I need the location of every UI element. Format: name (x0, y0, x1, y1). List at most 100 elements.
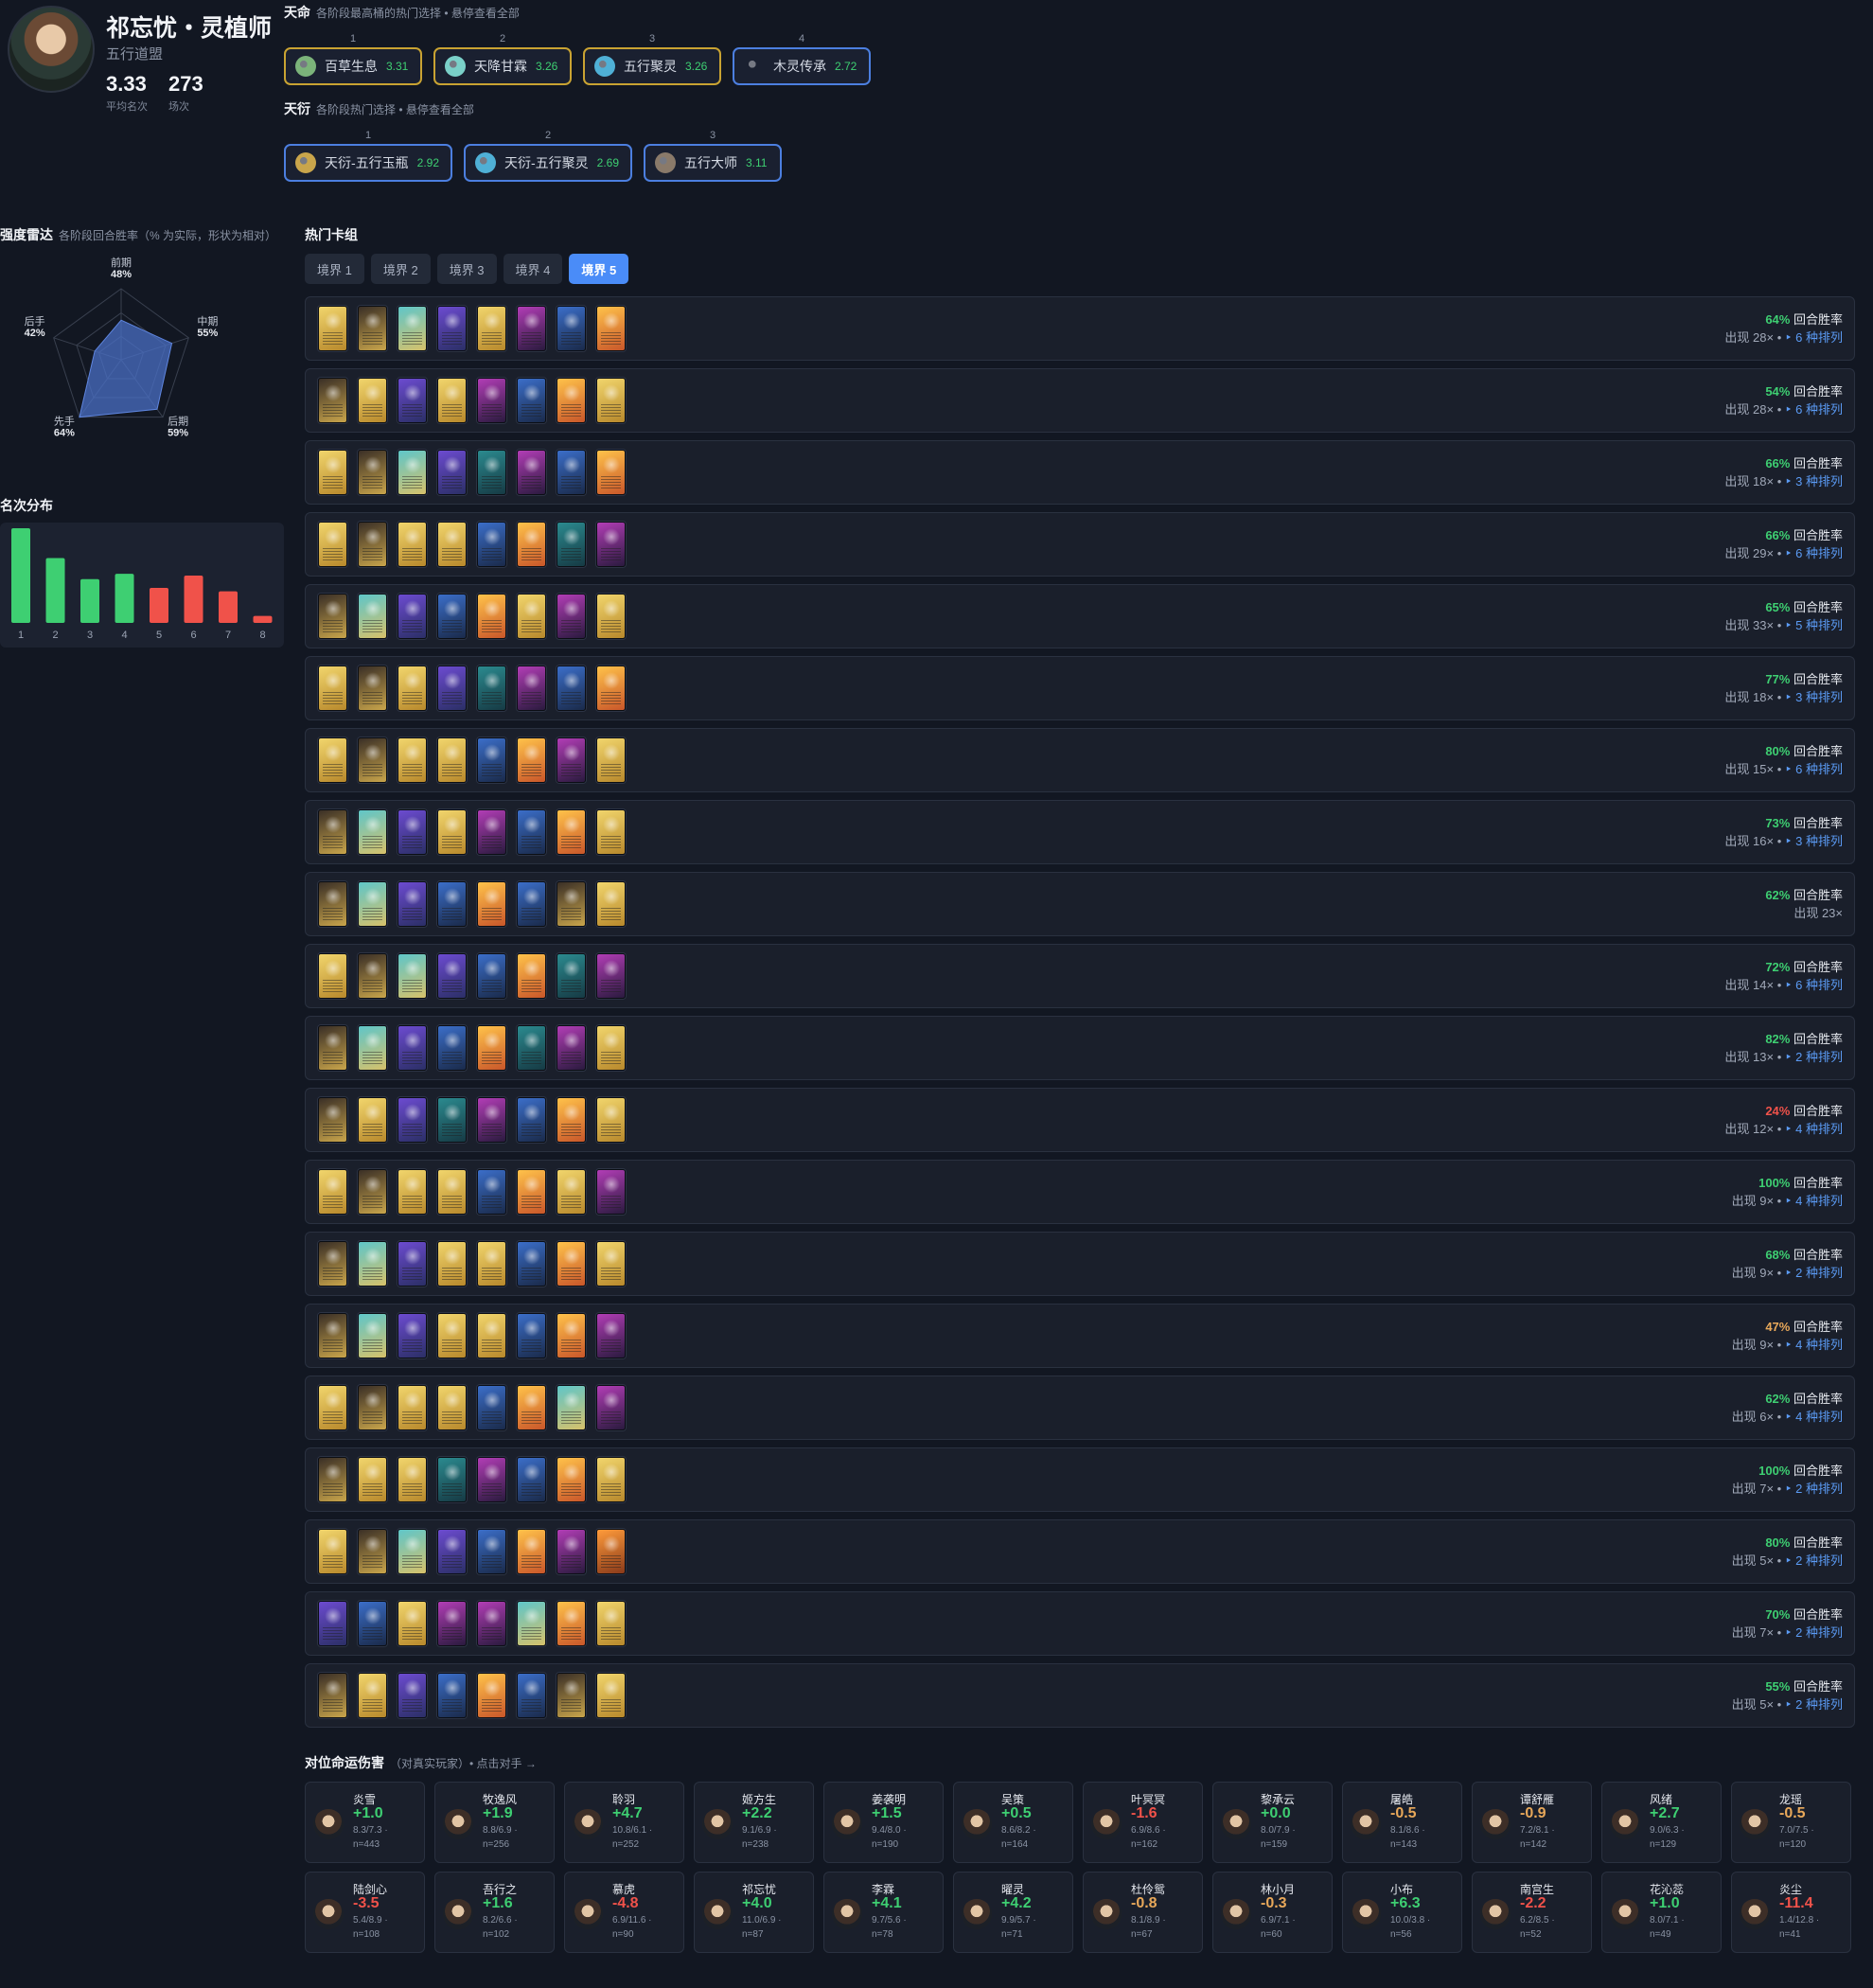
card-blue[interactable] (437, 594, 467, 639)
card-purple[interactable] (437, 666, 467, 711)
card-dark[interactable] (358, 1385, 387, 1430)
deck-variants-link[interactable]: ‣ 2 种排列 (1785, 1697, 1843, 1712)
matchup-card[interactable]: 屠皓 -0.5 8.1/8.6 · n=143 (1342, 1782, 1462, 1863)
card-purple[interactable] (398, 881, 427, 927)
card-cyan[interactable] (358, 809, 387, 855)
card-cyan[interactable] (398, 450, 427, 495)
card-teal[interactable] (557, 953, 586, 999)
card-magenta[interactable] (477, 1601, 506, 1646)
card-flame[interactable] (477, 1025, 506, 1071)
card-blue[interactable] (557, 450, 586, 495)
card-dark[interactable] (318, 1457, 347, 1502)
matchup-card[interactable]: 叶冥冥 -1.6 6.9/8.6 · n=162 (1083, 1782, 1203, 1863)
card-gold[interactable] (477, 1313, 506, 1358)
card-magenta[interactable] (477, 1097, 506, 1143)
card-gold[interactable] (398, 1601, 427, 1646)
matchup-card[interactable]: 花沁蕊 +1.0 8.0/7.1 · n=49 (1601, 1872, 1722, 1953)
card-teal[interactable] (477, 450, 506, 495)
card-blue[interactable] (477, 522, 506, 567)
card-cyan[interactable] (557, 1385, 586, 1430)
card-cyan[interactable] (398, 1529, 427, 1574)
matchup-card[interactable]: 吾行之 +1.6 8.2/6.6 · n=102 (434, 1872, 555, 1953)
card-purple[interactable] (318, 1601, 347, 1646)
card-dark[interactable] (318, 881, 347, 927)
card-flame[interactable] (517, 1169, 546, 1215)
card-blue[interactable] (517, 1313, 546, 1358)
card-magenta[interactable] (596, 1169, 626, 1215)
card-gold[interactable] (437, 1169, 467, 1215)
card-blue[interactable] (437, 881, 467, 927)
deck-variants-link[interactable]: ‣ 2 种排列 (1785, 1625, 1843, 1640)
card-gold[interactable] (596, 809, 626, 855)
card-magenta[interactable] (557, 737, 586, 783)
matchup-card[interactable]: 陆剑心 -3.5 5.4/8.9 · n=108 (305, 1872, 425, 1953)
deck-variants-link[interactable]: ‣ 6 种排列 (1785, 546, 1843, 560)
card-dark[interactable] (318, 1241, 347, 1287)
card-gold[interactable] (318, 1169, 347, 1215)
card-magenta[interactable] (477, 378, 506, 423)
card-flame[interactable] (517, 1529, 546, 1574)
deck-variants-link[interactable]: ‣ 3 种排列 (1785, 690, 1843, 704)
card-dark[interactable] (318, 378, 347, 423)
card-magenta[interactable] (477, 809, 506, 855)
card-blue[interactable] (437, 1673, 467, 1718)
card-blue[interactable] (477, 1385, 506, 1430)
tab-realm-3[interactable]: 境界 3 (436, 254, 497, 284)
card-dark[interactable] (358, 450, 387, 495)
deck-variants-link[interactable]: ‣ 4 种排列 (1785, 1122, 1843, 1136)
card-teal[interactable] (437, 1097, 467, 1143)
card-flame[interactable] (596, 306, 626, 351)
card-purple[interactable] (398, 1241, 427, 1287)
card-blue[interactable] (358, 1601, 387, 1646)
card-blue[interactable] (437, 1025, 467, 1071)
card-gold[interactable] (596, 1457, 626, 1502)
card-teal[interactable] (517, 1025, 546, 1071)
deck-variants-link[interactable]: ‣ 6 种排列 (1785, 402, 1843, 417)
card-flame[interactable] (517, 737, 546, 783)
deck-variants-link[interactable]: ‣ 4 种排列 (1785, 1194, 1843, 1208)
deck-row[interactable]: 70% 回合胜率 出现 7× • ‣ 2 种排列 (305, 1591, 1855, 1656)
card-gold[interactable] (318, 953, 347, 999)
deck-variants-link[interactable]: ‣ 2 种排列 (1785, 1553, 1843, 1568)
card-purple[interactable] (437, 306, 467, 351)
deck-variants-link[interactable]: ‣ 5 种排列 (1785, 618, 1843, 632)
card-magenta[interactable] (557, 594, 586, 639)
card-magenta[interactable] (517, 666, 546, 711)
card-flame[interactable] (557, 1241, 586, 1287)
deck-variants-link[interactable]: ‣ 6 种排列 (1785, 978, 1843, 992)
card-gold[interactable] (596, 1097, 626, 1143)
card-purple[interactable] (398, 1097, 427, 1143)
tab-realm-1[interactable]: 境界 1 (305, 254, 364, 284)
card-dark[interactable] (358, 1169, 387, 1215)
card-teal[interactable] (477, 666, 506, 711)
card-gold[interactable] (358, 1097, 387, 1143)
matchup-card[interactable]: 龙瑶 -0.5 7.0/7.5 · n=120 (1731, 1782, 1851, 1863)
deck-variants-link[interactable]: ‣ 3 种排列 (1785, 474, 1843, 488)
card-flame[interactable] (557, 378, 586, 423)
card-flame[interactable] (477, 594, 506, 639)
card-flame[interactable] (596, 666, 626, 711)
card-gold[interactable] (398, 1457, 427, 1502)
matchup-card[interactable]: 姬方生 +2.2 9.1/6.9 · n=238 (694, 1782, 814, 1863)
matchup-card[interactable]: 慕虎 -4.8 6.9/11.6 · n=90 (564, 1872, 684, 1953)
card-gold[interactable] (596, 594, 626, 639)
card-dark[interactable] (358, 666, 387, 711)
card-cyan[interactable] (517, 1601, 546, 1646)
tianming-pick-3[interactable]: 3 五行聚灵 3.26 (583, 33, 721, 85)
card-blue[interactable] (517, 1097, 546, 1143)
card-blue[interactable] (517, 378, 546, 423)
card-gold[interactable] (596, 737, 626, 783)
card-gold[interactable] (318, 1385, 347, 1430)
card-cyan[interactable] (358, 1025, 387, 1071)
card-magenta[interactable] (557, 1025, 586, 1071)
card-gold[interactable] (318, 522, 347, 567)
tianming-pick-1[interactable]: 1 百草生息 3.31 (284, 33, 422, 85)
card-gold[interactable] (318, 666, 347, 711)
card-gold[interactable] (437, 1385, 467, 1430)
tianyan-pick-3[interactable]: 3 五行大师 3.11 (644, 130, 782, 182)
tab-realm-2[interactable]: 境界 2 (370, 254, 431, 284)
card-gold[interactable] (477, 306, 506, 351)
card-gold[interactable] (596, 1601, 626, 1646)
card-gold[interactable] (596, 1241, 626, 1287)
card-purple[interactable] (398, 1673, 427, 1718)
